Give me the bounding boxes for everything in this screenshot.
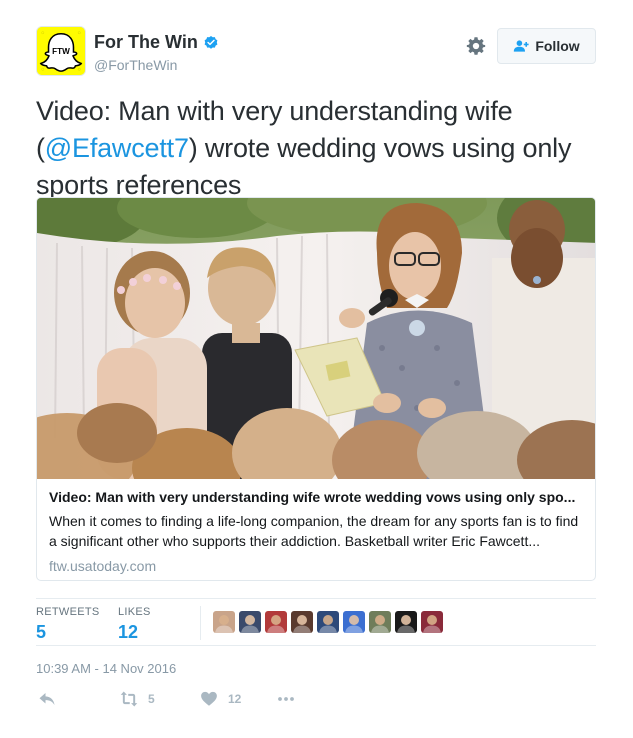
author-info: For The Win @ForTheWin [94,32,219,73]
reply-icon [39,693,55,705]
avatar-logo-text: FTW [52,47,70,56]
retweet-icon [120,691,138,707]
tweet-text: Video: Man with very understanding wife … [36,93,596,204]
avatar-image [241,615,259,633]
tweet-timestamp[interactable]: 10:39 AM - 14 Nov 2016 [36,661,176,676]
like-count: 12 [228,692,242,706]
card-description: When it comes to finding a life-long com… [49,513,579,549]
avatar-image [345,615,363,633]
follow-button-label: Follow [535,38,580,54]
liker-avatar[interactable] [239,611,261,633]
retweet-count: 5 [148,692,155,706]
liker-avatars [213,611,443,633]
add-user-icon [514,40,529,52]
more-icon [278,697,294,701]
likes-count: 12 [118,622,139,642]
liker-avatar[interactable] [343,611,365,633]
like-button[interactable]: 12 [200,690,241,708]
mention-link[interactable]: @Efawcett7 [45,133,189,163]
liker-avatar[interactable] [395,611,417,633]
avatar[interactable]: FTW [36,26,86,76]
retweets-stat[interactable]: RETWEETS 5 [36,606,100,643]
link-card[interactable]: Video: Man with very understanding wife … [36,197,596,581]
author-name[interactable]: For The Win [94,32,219,53]
liker-avatar[interactable] [265,611,287,633]
retweet-button[interactable]: 5 [120,690,155,708]
retweets-count: 5 [36,622,47,642]
avatar-image [267,615,285,633]
snapchat-ghost-icon: FTW [37,27,85,75]
follow-button[interactable]: Follow [497,28,596,64]
liker-avatar[interactable] [213,611,235,633]
liker-avatar[interactable] [317,611,339,633]
tweet-actions: 5 12 [36,690,596,712]
liker-avatar[interactable] [291,611,313,633]
card-title[interactable]: Video: Man with very understanding wife … [49,488,583,506]
liker-avatar[interactable] [369,611,391,633]
avatar-image [371,615,389,633]
avatar-image [215,615,233,633]
card-body: Video: Man with very understanding wife … [37,479,595,574]
tweet-stats: RETWEETS 5 LIKES 12 [36,598,596,646]
heart-icon [201,691,217,706]
card-image[interactable] [37,198,595,479]
retweets-label: RETWEETS [36,606,100,618]
tweet-header: FTW For The Win @ForTheWin Follow [36,26,596,78]
avatar-image [293,615,311,633]
author-handle[interactable]: @ForTheWin [94,57,219,73]
card-domain[interactable]: ftw.usatoday.com [49,558,583,574]
more-button[interactable] [277,690,295,708]
avatar-image [423,615,441,633]
stats-divider [200,606,201,640]
liker-avatar[interactable] [421,611,443,633]
avatar-image [397,615,415,633]
verified-badge-icon [204,35,218,49]
avatar-image [319,615,337,633]
author-display-name[interactable]: For The Win [94,32,198,53]
likes-stat[interactable]: LIKES 12 [118,606,151,643]
reply-button[interactable] [38,690,56,708]
gear-icon[interactable] [466,36,486,56]
wedding-photo [37,198,595,479]
likes-label: LIKES [118,606,151,618]
